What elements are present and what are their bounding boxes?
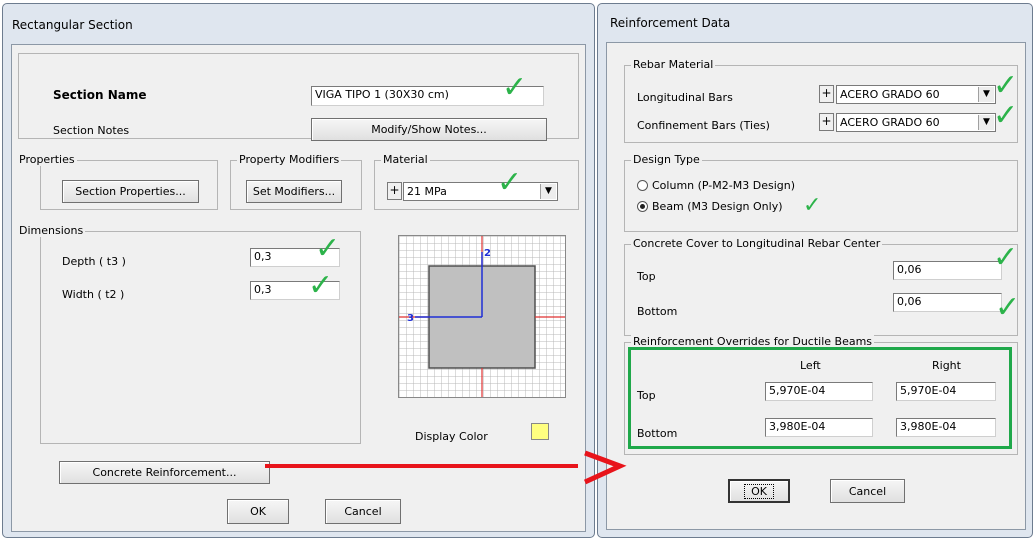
ok-button[interactable]: OK	[227, 499, 289, 524]
longitudinal-bars-select[interactable]: ACERO GRADO 60 ▼	[836, 85, 996, 104]
column-design-radio[interactable]	[637, 180, 648, 191]
chevron-down-icon[interactable]: ▼	[540, 184, 556, 199]
dimensions-group-label: Dimensions	[17, 224, 86, 237]
checkmark-icon: ✓	[502, 70, 528, 105]
cancel-button[interactable]: Cancel	[830, 479, 905, 503]
material-select-value: 21 MPa	[407, 185, 447, 198]
concrete-cover-group: Concrete Cover to Longitudinal Rebar Cen…	[624, 237, 1018, 336]
overrides-bottom-label: Bottom	[637, 427, 678, 440]
set-modifiers-button[interactable]: Set Modifiers...	[246, 180, 342, 203]
cover-top-input[interactable]: 0,06	[893, 261, 1002, 280]
checkmark-icon: ✓	[315, 231, 341, 266]
chevron-down-icon[interactable]: ▼	[978, 115, 994, 130]
modify-show-notes-button[interactable]: Modify/Show Notes...	[311, 118, 547, 141]
concrete-reinforcement-button[interactable]: Concrete Reinforcement...	[59, 461, 270, 484]
confinement-bars-label: Confinement Bars (Ties)	[637, 119, 770, 132]
material-select[interactable]: 21 MPa ▼	[403, 182, 558, 201]
axis-3-label: 3	[407, 313, 414, 324]
beam-design-radio[interactable]	[637, 201, 648, 212]
bottom-left-input[interactable]: 3,980E-04	[765, 418, 873, 437]
dialog-client-area: Section Name VIGA TIPO 1 (30X30 cm) ✓ Se…	[11, 44, 586, 532]
depth-label: Depth ( t3 )	[62, 255, 126, 268]
display-color-swatch[interactable]	[531, 423, 549, 440]
display-color-label: Display Color	[415, 430, 488, 443]
dialog-title: Reinforcement Data	[610, 16, 731, 30]
chevron-down-icon[interactable]: ▼	[978, 87, 994, 102]
top-left-input[interactable]: 5,970E-04	[765, 382, 873, 401]
checkmark-icon: ✓	[803, 193, 822, 218]
section-notes-label: Section Notes	[53, 124, 130, 137]
checkmark-icon: ✓	[993, 240, 1019, 275]
checkmark-icon: ✓	[995, 290, 1021, 325]
section-preview-graphic: 2 3	[399, 236, 565, 397]
beam-design-label: Beam (M3 Design Only)	[652, 200, 783, 213]
confinement-bars-value: ACERO GRADO 60	[840, 116, 940, 129]
right-column-header: Right	[932, 359, 961, 372]
reinforcement-data-dialog: Reinforcement Data Rebar Material Longit…	[597, 3, 1033, 538]
dialog-client-area: Rebar Material Longitudinal Bars + ACERO…	[606, 42, 1026, 530]
ok-button-label: OK	[744, 483, 774, 499]
column-design-label: Column (P-M2-M3 Design)	[652, 179, 795, 192]
axis-2-label: 2	[484, 248, 491, 259]
overrides-top-label: Top	[637, 389, 656, 402]
add-confinement-material-button[interactable]: +	[819, 113, 834, 131]
left-column-header: Left	[800, 359, 821, 372]
checkmark-icon: ✓	[993, 68, 1019, 103]
concrete-cover-group-label: Concrete Cover to Longitudinal Rebar Cen…	[631, 237, 883, 250]
checkmark-icon: ✓	[497, 165, 523, 200]
material-group-label: Material	[381, 153, 430, 166]
bottom-right-input[interactable]: 3,980E-04	[896, 418, 996, 437]
design-type-group-label: Design Type	[631, 153, 702, 166]
dialog-title: Rectangular Section	[12, 18, 133, 32]
add-longitudinal-material-button[interactable]: +	[819, 85, 834, 103]
checkmark-icon: ✓	[993, 98, 1019, 133]
longitudinal-bars-label: Longitudinal Bars	[637, 91, 733, 104]
properties-group-label: Properties	[17, 153, 77, 166]
rebar-material-group-label: Rebar Material	[631, 58, 716, 71]
cover-bottom-input[interactable]: 0,06	[893, 293, 1002, 312]
ok-button[interactable]: OK	[728, 479, 790, 503]
top-right-input[interactable]: 5,970E-04	[896, 382, 996, 401]
checkmark-icon: ✓	[308, 268, 334, 303]
width-label: Width ( t2 )	[62, 288, 125, 301]
section-properties-button[interactable]: Section Properties...	[62, 180, 199, 203]
cancel-button[interactable]: Cancel	[325, 499, 401, 524]
cover-bottom-label: Bottom	[637, 305, 678, 318]
rectangular-section-dialog: Rectangular Section Section Name VIGA TI…	[2, 3, 595, 538]
cover-top-label: Top	[637, 270, 656, 283]
confinement-bars-select[interactable]: ACERO GRADO 60 ▼	[836, 113, 996, 132]
section-name-label: Section Name	[53, 88, 147, 102]
property-modifiers-group-label: Property Modifiers	[237, 153, 342, 166]
add-material-button[interactable]: +	[387, 182, 402, 200]
section-preview: 2 3	[398, 235, 566, 398]
longitudinal-bars-value: ACERO GRADO 60	[840, 88, 940, 101]
